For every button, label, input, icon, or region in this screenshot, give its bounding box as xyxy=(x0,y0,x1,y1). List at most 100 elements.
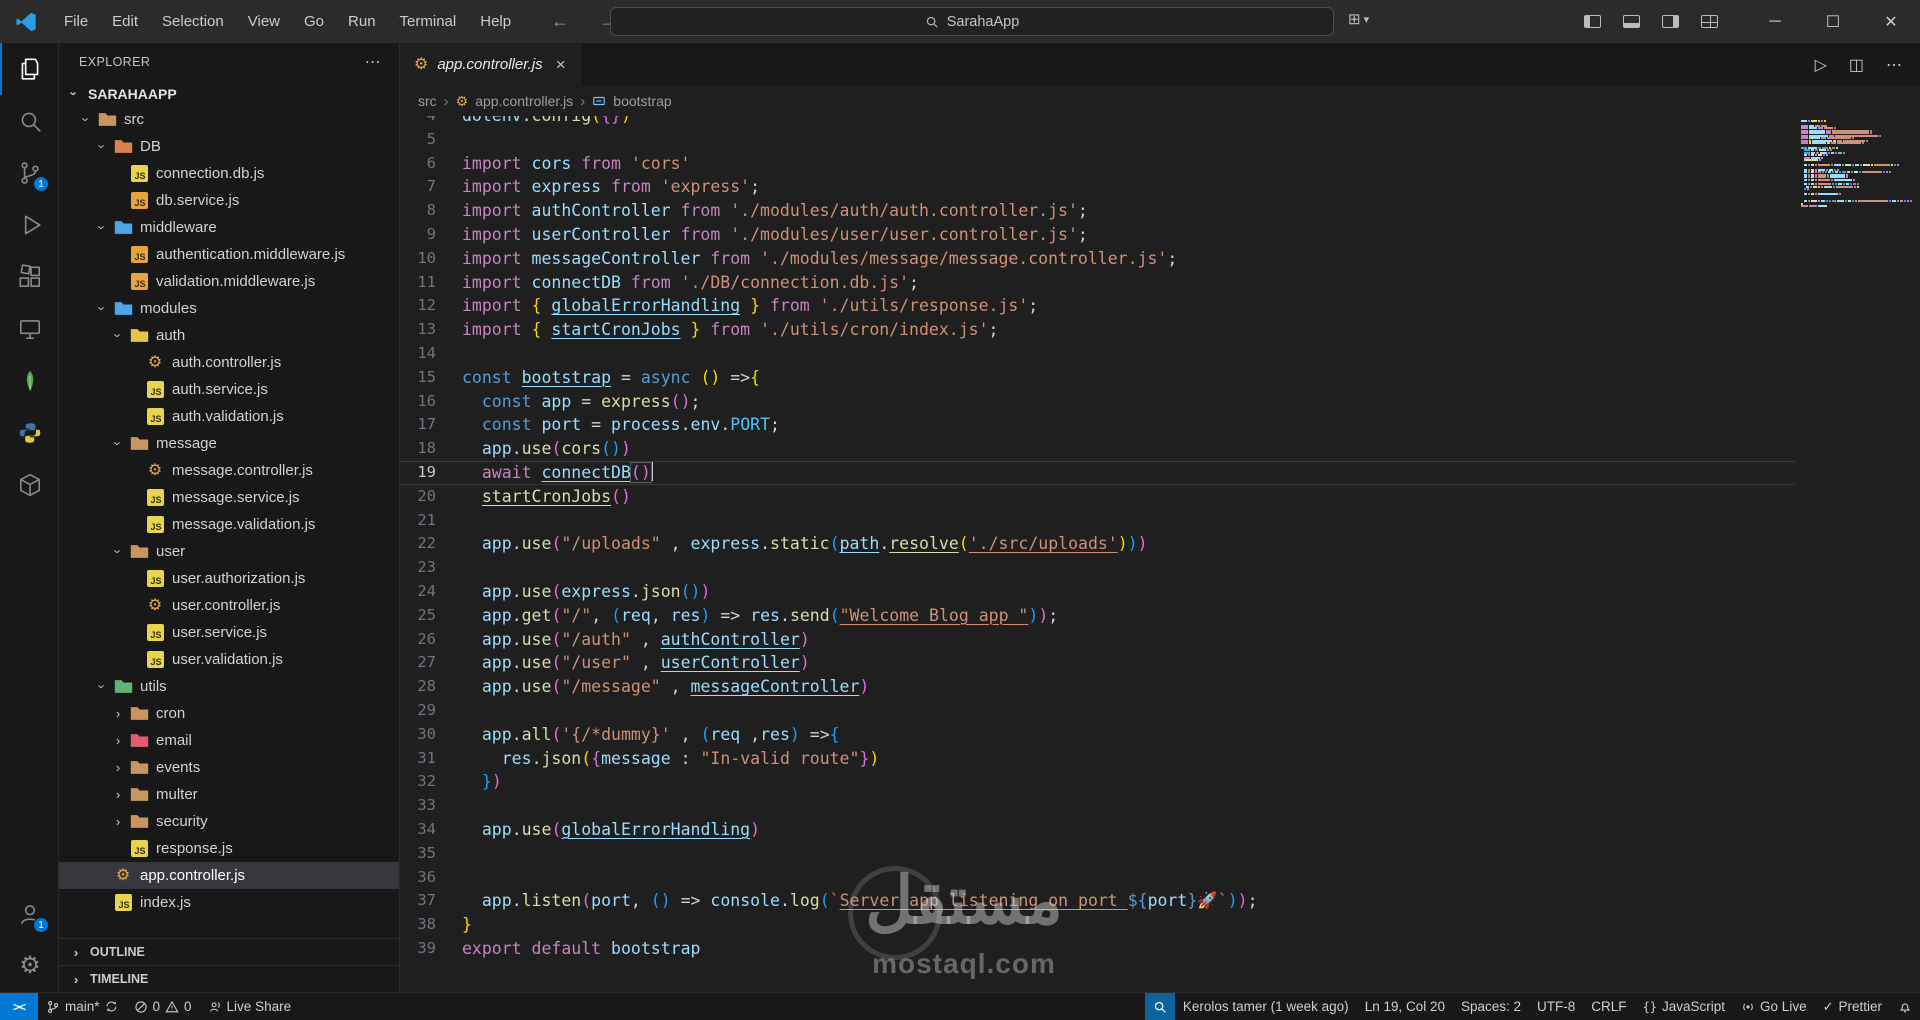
code-editor[interactable]: 4dotenv.config({})56import cors from 'co… xyxy=(400,116,1920,992)
root-folder[interactable]: › SARAHAAPP xyxy=(59,81,399,106)
file-user.authorization.js[interactable]: JS user.authorization.js xyxy=(59,565,399,592)
code-line-35[interactable]: 35 xyxy=(400,842,1920,866)
eol[interactable]: CRLF xyxy=(1583,993,1634,1020)
menu-help[interactable]: Help xyxy=(468,0,523,43)
code-line-26[interactable]: 26 app.use("/auth" , authController) xyxy=(400,628,1920,652)
menu-selection[interactable]: Selection xyxy=(150,0,236,43)
code-line-11[interactable]: 11 import connectDB from './DB/connection… xyxy=(400,271,1920,295)
status-search-icon[interactable] xyxy=(1144,993,1175,1020)
views-more-actions-icon[interactable]: ⋯ xyxy=(365,52,381,72)
folder-user[interactable]: › user xyxy=(59,538,399,565)
code-line-37[interactable]: 37 app.listen(port, () => console.log(`S… xyxy=(400,889,1920,913)
encoding[interactable]: UTF-8 xyxy=(1529,993,1583,1020)
accounts-icon[interactable]: 1 xyxy=(0,888,58,940)
extensions-icon[interactable] xyxy=(0,251,58,303)
command-center-search[interactable]: SarahaApp xyxy=(610,7,1334,36)
live-share-button[interactable]: Live Share xyxy=(200,993,300,1020)
file-auth.service.js[interactable]: JS auth.service.js xyxy=(59,376,399,403)
code-line-23[interactable]: 23 xyxy=(400,556,1920,580)
go-live-button[interactable]: Go Live xyxy=(1733,993,1815,1020)
minimize-button[interactable]: ─ xyxy=(1746,0,1804,43)
code-line-5[interactable]: 5 xyxy=(400,128,1920,152)
profile-chip[interactable]: ⊞ ▾ xyxy=(1348,10,1369,28)
code-line-17[interactable]: 17 const port = process.env.PORT; xyxy=(400,413,1920,437)
menu-go[interactable]: Go xyxy=(292,0,336,43)
file-message.controller.js[interactable]: ⚙ message.controller.js xyxy=(59,457,399,484)
code-line-24[interactable]: 24 app.use(express.json()) xyxy=(400,580,1920,604)
breadcrumb-symbol[interactable]: bootstrap xyxy=(613,93,671,109)
folder-DB[interactable]: › DB xyxy=(59,133,399,160)
code-line-18[interactable]: 18 app.use(cors()) xyxy=(400,437,1920,461)
menu-run[interactable]: Run xyxy=(336,0,388,43)
menu-file[interactable]: File xyxy=(52,0,100,43)
code-line-25[interactable]: 25 app.get("/", (req, res) => res.send("… xyxy=(400,604,1920,628)
folder-multer[interactable]: › multer xyxy=(59,781,399,808)
code-line-28[interactable]: 28 app.use("/message" , messageControlle… xyxy=(400,675,1920,699)
back-button[interactable]: ← xyxy=(551,11,569,32)
file-message.validation.js[interactable]: JS message.validation.js xyxy=(59,511,399,538)
run-debug-icon[interactable] xyxy=(0,199,58,251)
settings-icon[interactable]: ⚙ xyxy=(0,940,58,992)
explorer-icon[interactable] xyxy=(0,43,58,95)
code-line-8[interactable]: 8 import authController from './modules/a… xyxy=(400,199,1920,223)
cursor-position[interactable]: Ln 19, Col 20 xyxy=(1357,993,1453,1020)
language-mode[interactable]: {} JavaScript xyxy=(1635,993,1733,1020)
code-line-9[interactable]: 9 import userController from './modules/u… xyxy=(400,223,1920,247)
mongodb-icon[interactable] xyxy=(0,355,58,407)
prettier-button[interactable]: ✓ Prettier xyxy=(1815,993,1890,1020)
code-line-16[interactable]: 16 const app = express(); xyxy=(400,390,1920,414)
toggle-sidebar-icon[interactable] xyxy=(1584,15,1601,28)
file-response.js[interactable]: JS response.js xyxy=(59,835,399,862)
file-authentication.middleware.js[interactable]: JS authentication.middleware.js xyxy=(59,241,399,268)
close-button[interactable]: ✕ xyxy=(1862,0,1920,43)
menu-edit[interactable]: Edit xyxy=(100,0,150,43)
folder-security[interactable]: › security xyxy=(59,808,399,835)
folder-email[interactable]: › email xyxy=(59,727,399,754)
tab-app-controller[interactable]: ⚙ app.controller.js × xyxy=(400,43,581,86)
blame-item[interactable]: Kerolos tamer (1 week ago) xyxy=(1175,993,1357,1020)
maximize-button[interactable]: ☐ xyxy=(1804,0,1862,43)
indentation[interactable]: Spaces: 2 xyxy=(1453,993,1529,1020)
file-validation.middleware.js[interactable]: JS validation.middleware.js xyxy=(59,268,399,295)
folder-events[interactable]: › events xyxy=(59,754,399,781)
code-line-34[interactable]: 34 app.use(globalErrorHandling) xyxy=(400,818,1920,842)
more-actions-button[interactable]: ⋯ xyxy=(1886,55,1902,75)
code-line-32[interactable]: 32 }) xyxy=(400,770,1920,794)
source-control-icon[interactable]: 1 xyxy=(0,147,58,199)
code-line-12[interactable]: 12 import { globalErrorHandling } from '.… xyxy=(400,294,1920,318)
code-line-4[interactable]: 4dotenv.config({}) xyxy=(400,116,1920,128)
python-icon[interactable] xyxy=(0,407,58,459)
menu-view[interactable]: View xyxy=(236,0,292,43)
code-line-14[interactable]: 14 xyxy=(400,342,1920,366)
code-line-33[interactable]: 33 xyxy=(400,794,1920,818)
file-message.service.js[interactable]: JS message.service.js xyxy=(59,484,399,511)
run-file-button[interactable]: ▷ xyxy=(1815,55,1827,75)
close-tab-icon[interactable]: × xyxy=(556,55,566,75)
file-user.controller.js[interactable]: ⚙ user.controller.js xyxy=(59,592,399,619)
code-line-31[interactable]: 31 res.json({message : "In-valid route"}… xyxy=(400,747,1920,771)
toggle-secondary-sidebar-icon[interactable] xyxy=(1662,15,1679,28)
folder-cron[interactable]: › cron xyxy=(59,700,399,727)
customize-layout-icon[interactable] xyxy=(1701,15,1718,28)
branch-item[interactable]: main* xyxy=(38,993,126,1020)
code-line-13[interactable]: 13 import { startCronJobs } from './utils… xyxy=(400,318,1920,342)
remote-indicator[interactable]: >< xyxy=(0,993,38,1020)
code-line-36[interactable]: 36 xyxy=(400,866,1920,890)
code-line-19[interactable]: 19 await connectDB() xyxy=(400,461,1920,485)
file-index.js[interactable]: JS index.js xyxy=(59,889,399,916)
code-line-22[interactable]: 22 app.use("/uploads" , express.static(p… xyxy=(400,532,1920,556)
menu-terminal[interactable]: Terminal xyxy=(388,0,469,43)
outline-section[interactable]: › OUTLINE xyxy=(59,938,399,965)
remote-explorer-icon[interactable] xyxy=(0,303,58,355)
folder-modules[interactable]: › modules xyxy=(59,295,399,322)
code-line-7[interactable]: 7 import express from 'express'; xyxy=(400,175,1920,199)
notifications-bell[interactable] xyxy=(1890,993,1920,1020)
file-app.controller.js[interactable]: ⚙ app.controller.js xyxy=(59,862,399,889)
folder-src[interactable]: › src xyxy=(59,106,399,133)
folder-message[interactable]: › message xyxy=(59,430,399,457)
code-line-38[interactable]: 38} xyxy=(400,913,1920,937)
file-auth.controller.js[interactable]: ⚙ auth.controller.js xyxy=(59,349,399,376)
code-line-29[interactable]: 29 xyxy=(400,699,1920,723)
file-db.service.js[interactable]: JS db.service.js xyxy=(59,187,399,214)
breadcrumb-file[interactable]: app.controller.js xyxy=(475,93,573,109)
